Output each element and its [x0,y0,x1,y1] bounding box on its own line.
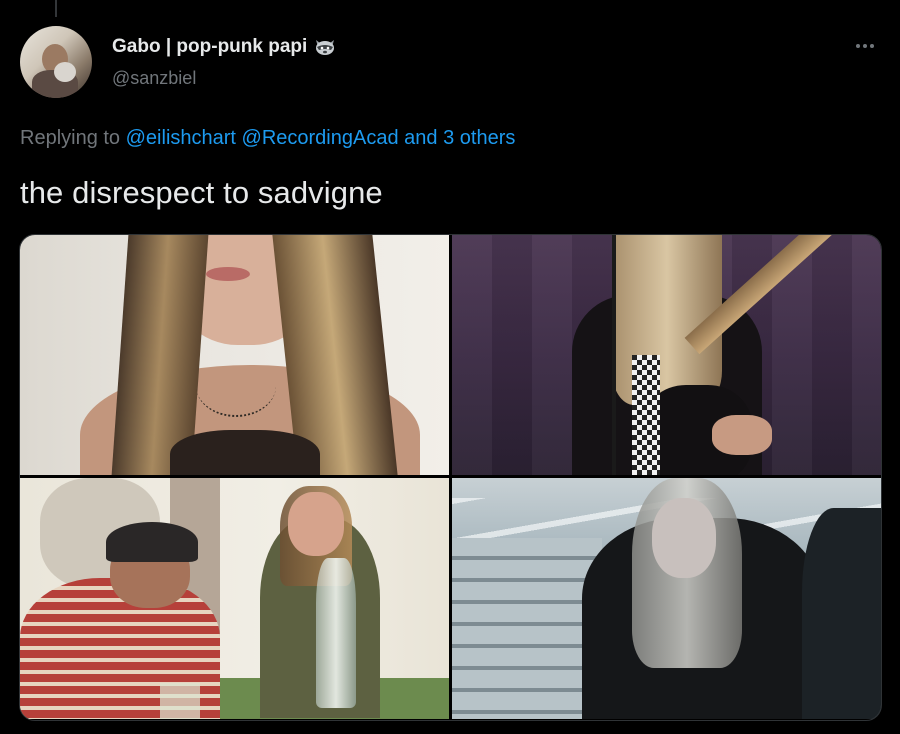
tweet-text: the disrespect to sadvigne [20,175,383,210]
author-handle[interactable]: @sanzbiel [112,68,196,89]
more-options-icon[interactable] [850,36,880,56]
media-grid [19,234,882,721]
media-photo-4[interactable] [452,478,881,719]
author-display-name[interactable]: Gabo | pop-punk papi [112,36,307,58]
thread-connector-line [55,0,57,17]
mention-link[interactable]: @eilishchart [126,127,236,149]
media-photo-3[interactable] [20,478,449,719]
tweet-header: Gabo | pop-punk papi @sanzbiel [20,26,880,100]
others-link[interactable]: and 3 others [404,127,515,149]
media-photo-1[interactable] [20,235,449,475]
raccoon-icon [313,37,337,57]
author-name-row: Gabo | pop-punk papi [112,36,337,58]
mention-link[interactable]: @RecordingAcad [242,127,399,149]
avatar[interactable] [20,26,92,98]
replying-to-line: Replying to @eilishchart @RecordingAcad … [20,127,515,150]
media-photo-2[interactable] [452,235,881,475]
replying-to-prefix: Replying to [20,127,121,149]
